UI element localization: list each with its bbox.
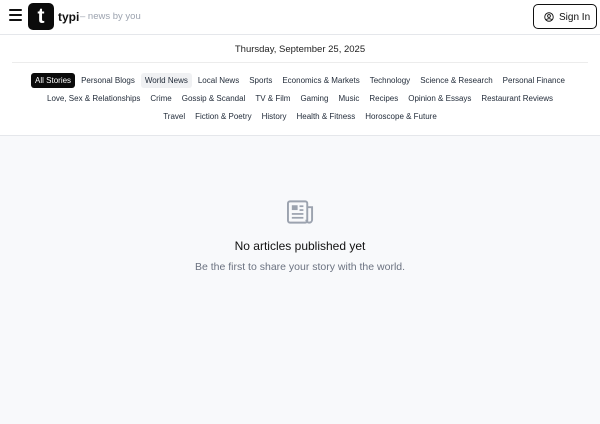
empty-state-subtitle: Be the first to share your story with th…	[194, 261, 406, 273]
category-list: All Stories Personal Blogs World News Local…	[30, 73, 570, 124]
user-circle-icon	[544, 12, 554, 22]
category-tab-local-news[interactable]: Local News	[194, 73, 243, 88]
category-tab-crime[interactable]: Crime	[146, 91, 175, 106]
newspaper-icon	[287, 200, 314, 224]
category-tab-restaurant-reviews[interactable]: Restaurant Reviews	[477, 91, 557, 106]
current-date: Thursday, September 25, 2025	[234, 44, 366, 55]
brand-tagline: – news by you	[80, 11, 141, 22]
category-tab-travel[interactable]: Travel	[159, 109, 189, 124]
category-tab-opinion-essays[interactable]: Opinion & Essays	[404, 91, 475, 106]
category-tab-horoscope-future[interactable]: Horoscope & Future	[361, 109, 441, 124]
category-tab-technology[interactable]: Technology	[366, 73, 414, 88]
sign-in-label: Sign In	[559, 11, 591, 23]
category-tab-gaming[interactable]: Gaming	[296, 91, 332, 106]
category-tab-history[interactable]: History	[258, 109, 291, 124]
category-tab-personal-finance[interactable]: Personal Finance	[499, 73, 569, 88]
category-tab-science-research[interactable]: Science & Research	[416, 73, 496, 88]
empty-state-title: No articles published yet	[234, 239, 366, 253]
category-tab-tv-film[interactable]: TV & Film	[251, 91, 294, 106]
hamburger-menu-icon[interactable]	[9, 9, 22, 23]
category-tab-economics-markets[interactable]: Economics & Markets	[278, 73, 363, 88]
header: t typi – news by you Sign In	[0, 0, 600, 35]
category-tab-love-sex-relationships[interactable]: Love, Sex & Relationships	[43, 91, 144, 106]
category-tab-world-news[interactable]: World News	[140, 73, 192, 88]
logo[interactable]: t	[28, 3, 54, 30]
divider	[12, 62, 588, 63]
category-tab-personal-blogs[interactable]: Personal Blogs	[77, 73, 139, 88]
sign-in-button[interactable]: Sign In	[533, 4, 597, 29]
brand-name[interactable]: typi	[58, 10, 79, 24]
category-tab-music[interactable]: Music	[334, 91, 363, 106]
category-bar: Thursday, September 25, 2025 All Stories…	[0, 35, 600, 136]
category-tab-health-fitness[interactable]: Health & Fitness	[293, 109, 360, 124]
category-tab-gossip-scandal[interactable]: Gossip & Scandal	[178, 91, 250, 106]
category-tab-sports[interactable]: Sports	[245, 73, 276, 88]
category-tab-fiction-poetry[interactable]: Fiction & Poetry	[191, 109, 255, 124]
category-tab-recipes[interactable]: Recipes	[365, 91, 402, 106]
category-tab-all-stories[interactable]: All Stories	[31, 73, 76, 88]
